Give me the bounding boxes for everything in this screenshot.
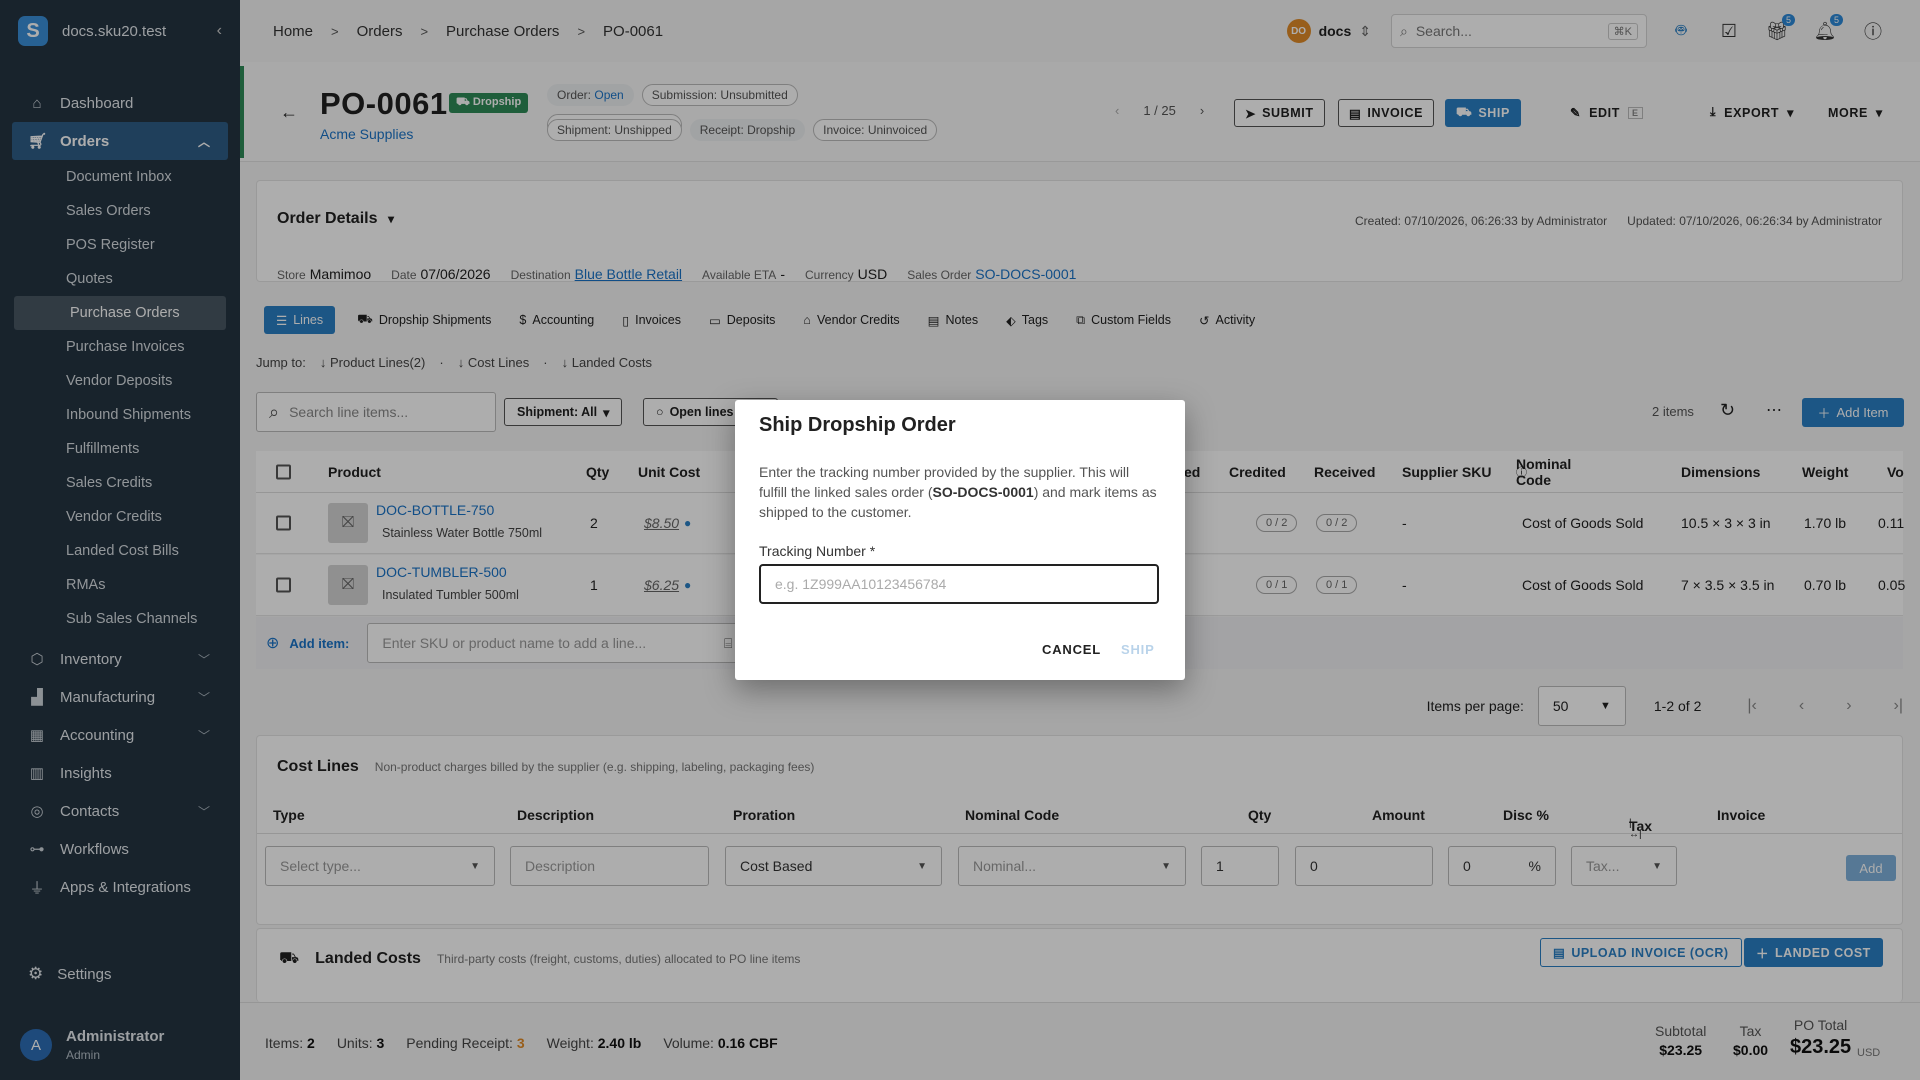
dialog-description: Enter the tracking number provided by th… xyxy=(759,462,1159,522)
ship-dropship-dialog: Ship Dropship Order Enter the tracking n… xyxy=(735,400,1185,680)
confirm-ship-button[interactable]: SHIP xyxy=(1121,642,1155,657)
tracking-number-input[interactable] xyxy=(759,564,1159,604)
tracking-number-label: Tracking Number * xyxy=(759,543,876,559)
dialog-title: Ship Dropship Order xyxy=(759,414,956,436)
dialog-sales-order-ref: SO-DOCS-0001 xyxy=(932,484,1034,500)
cancel-button[interactable]: CANCEL xyxy=(1042,642,1101,657)
